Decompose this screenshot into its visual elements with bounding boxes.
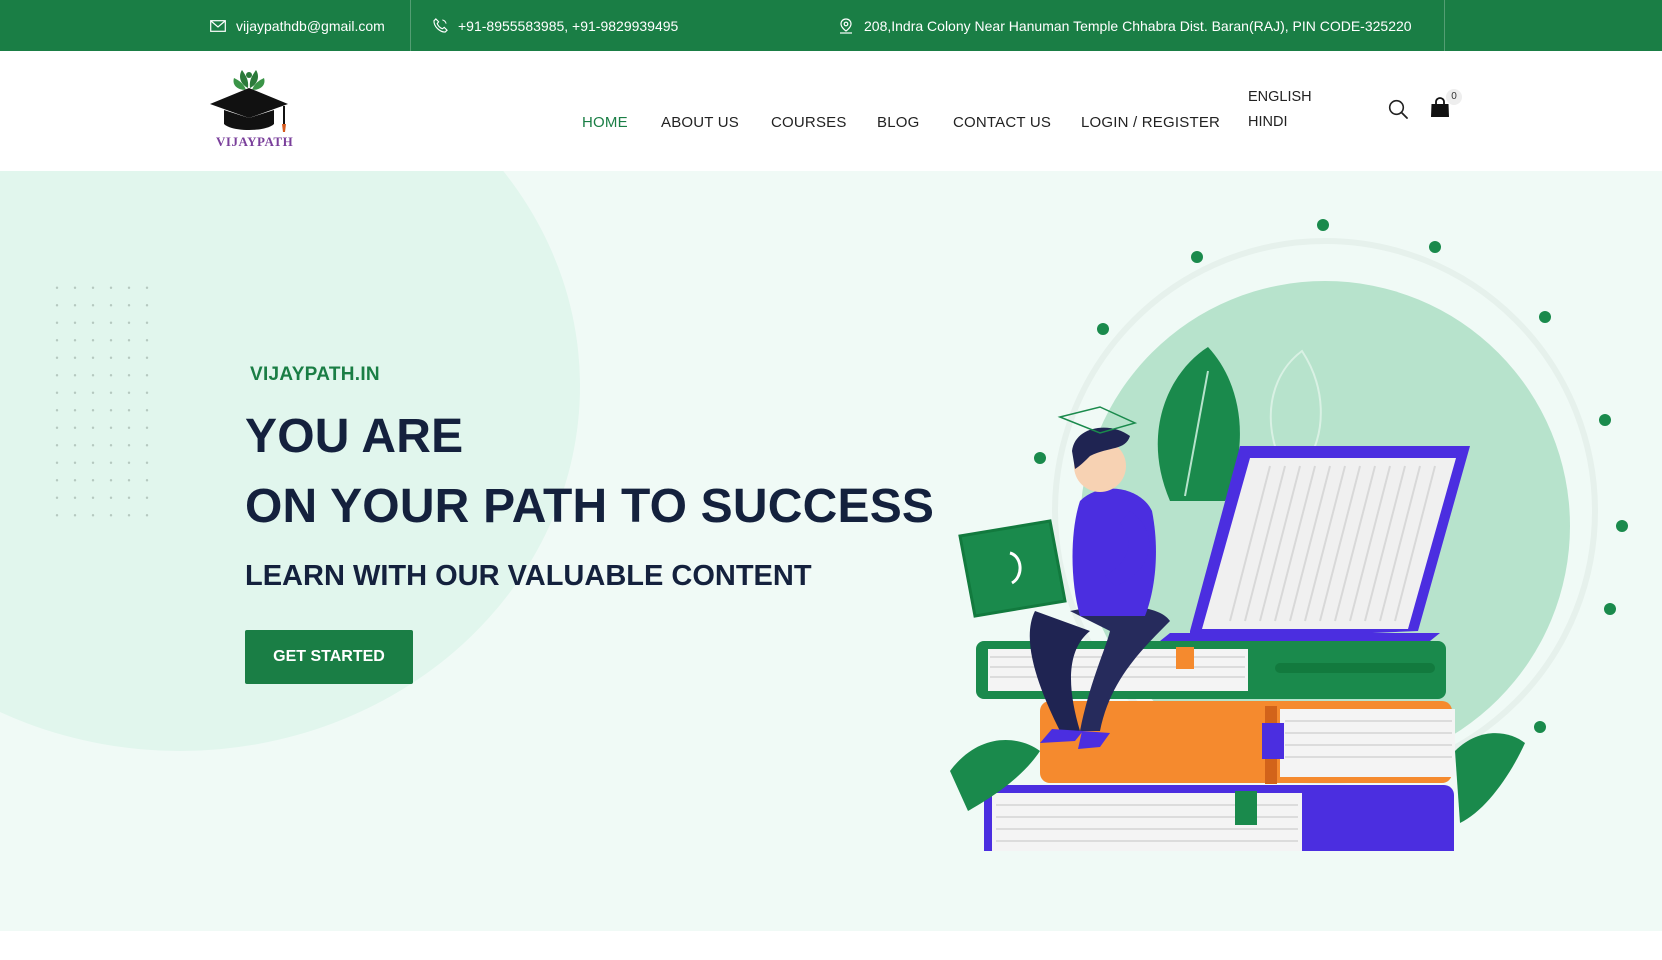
hero-kicker: VIJAYPATH.IN [250,364,380,385]
nav-home[interactable]: HOME [582,114,628,131]
language-hindi[interactable]: HINDI [1248,114,1287,130]
topbar-email-text: vijaypathdb@gmail.com [236,17,385,34]
topbar-email[interactable]: vijaypathdb@gmail.com [210,0,385,51]
topbar-divider [1444,0,1445,51]
nav-contact-us[interactable]: CONTACT US [953,114,1051,131]
nav-blog[interactable]: BLOG [877,114,919,131]
dot-grid-decoration [48,279,158,529]
graduation-cap-logo-icon [210,70,288,132]
site-logo[interactable]: VIJAYPATH [208,66,294,152]
hero-section: VIJAYPATH.IN YOU ARE ON YOUR PATH TO SUC… [0,171,1662,931]
topbar-phone[interactable]: +91-8955583985, +91-9829939495 [433,0,678,51]
phone-icon [433,18,448,33]
topbar-address-text: 208,Indra Colony Near Hanuman Temple Chh… [864,17,1412,34]
site-header: VIJAYPATH HOME ABOUT US COURSES BLOG CON… [0,51,1662,171]
language-english[interactable]: ENGLISH [1248,89,1312,105]
cart-count-badge: 0 [1446,89,1462,105]
location-pin-icon [840,17,852,34]
laptop-green [958,519,1067,618]
nav-login-register[interactable]: LOGIN / REGISTER [1081,114,1220,131]
topbar-phone-text: +91-8955583985, +91-9829939495 [458,17,679,34]
logo-wordmark: VIJAYPATH [216,134,294,149]
nav-about-us[interactable]: ABOUT US [661,114,739,131]
hero-title-line-1: YOU ARE [245,410,464,463]
hero-subtitle: LEARN WITH OUR VALUABLE CONTENT [245,560,812,592]
topbar-address: 208,Indra Colony Near Hanuman Temple Chh… [838,0,1412,51]
student-books-illustration [950,219,1628,851]
envelope-icon [210,19,226,32]
search-icon[interactable] [1388,99,1408,119]
nav-courses[interactable]: COURSES [771,114,847,131]
get-started-button[interactable]: GET STARTED [245,630,413,684]
hero-title-line-2: ON YOUR PATH TO SUCCESS [245,480,935,533]
topbar-divider [410,0,411,51]
contact-topbar: vijaypathdb@gmail.com +91-8955583985, +9… [0,0,1662,51]
